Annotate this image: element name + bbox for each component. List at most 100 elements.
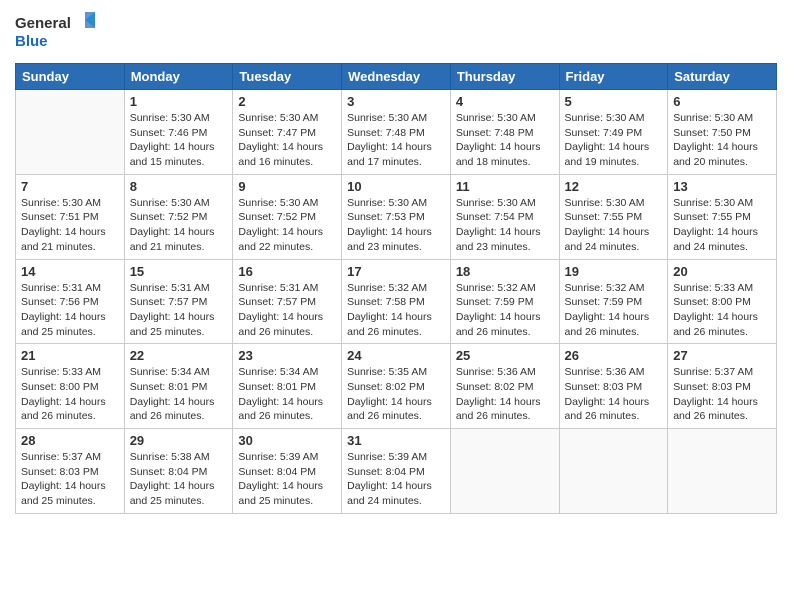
day-info: Sunrise: 5:38 AM Sunset: 8:04 PM Dayligh… (130, 450, 228, 509)
weekday-header-friday: Friday (559, 64, 668, 90)
day-info: Sunrise: 5:30 AM Sunset: 7:51 PM Dayligh… (21, 196, 119, 255)
day-info: Sunrise: 5:30 AM Sunset: 7:54 PM Dayligh… (456, 196, 554, 255)
day-number: 24 (347, 348, 445, 363)
day-info: Sunrise: 5:30 AM Sunset: 7:49 PM Dayligh… (565, 111, 663, 170)
day-number: 22 (130, 348, 228, 363)
weekday-header-tuesday: Tuesday (233, 64, 342, 90)
day-number: 31 (347, 433, 445, 448)
day-info: Sunrise: 5:36 AM Sunset: 8:03 PM Dayligh… (565, 365, 663, 424)
calendar-day-cell (559, 429, 668, 514)
calendar-day-cell: 30 Sunrise: 5:39 AM Sunset: 8:04 PM Dayli… (233, 429, 342, 514)
day-info: Sunrise: 5:31 AM Sunset: 7:56 PM Dayligh… (21, 281, 119, 340)
calendar-day-cell: 17 Sunrise: 5:32 AM Sunset: 7:58 PM Dayli… (342, 259, 451, 344)
day-info: Sunrise: 5:39 AM Sunset: 8:04 PM Dayligh… (347, 450, 445, 509)
day-number: 20 (673, 264, 771, 279)
calendar-day-cell: 12Sunrise: 5:30 AM Sunset: 7:55 PM Dayli… (559, 174, 668, 259)
day-info: Sunrise: 5:30 AM Sunset: 7:52 PM Dayligh… (238, 196, 336, 255)
day-number: 8 (130, 179, 228, 194)
day-info: Sunrise: 5:34 AM Sunset: 8:01 PM Dayligh… (238, 365, 336, 424)
calendar-table: SundayMondayTuesdayWednesdayThursdayFrid… (15, 63, 777, 514)
calendar-day-cell: 18 Sunrise: 5:32 AM Sunset: 7:59 PM Dayli… (450, 259, 559, 344)
calendar-week-row: 14 Sunrise: 5:31 AM Sunset: 7:56 PM Dayli… (16, 259, 777, 344)
day-info: Sunrise: 5:31 AM Sunset: 7:57 PM Dayligh… (130, 281, 228, 340)
day-number: 18 (456, 264, 554, 279)
weekday-header-wednesday: Wednesday (342, 64, 451, 90)
svg-text:General: General (15, 15, 71, 32)
day-number: 2 (238, 94, 336, 109)
calendar-day-cell: 1 Sunrise: 5:30 AM Sunset: 7:46 PM Daylig… (124, 90, 233, 175)
day-info: Sunrise: 5:30 AM Sunset: 7:48 PM Dayligh… (456, 111, 554, 170)
calendar-day-cell (450, 429, 559, 514)
day-number: 5 (565, 94, 663, 109)
calendar-container: General Blue SundayMondayTuesdayWednesda… (0, 0, 792, 612)
day-number: 29 (130, 433, 228, 448)
weekday-header-saturday: Saturday (668, 64, 777, 90)
calendar-day-cell: 10 Sunrise: 5:30 AM Sunset: 7:53 PM Dayli… (342, 174, 451, 259)
day-number: 10 (347, 179, 445, 194)
calendar-day-cell: 5 Sunrise: 5:30 AM Sunset: 7:49 PM Daylig… (559, 90, 668, 175)
day-info: Sunrise: 5:30 AM Sunset: 7:55 PM Dayligh… (565, 196, 663, 255)
calendar-day-cell: 13Sunrise: 5:30 AM Sunset: 7:55 PM Dayli… (668, 174, 777, 259)
weekday-header-thursday: Thursday (450, 64, 559, 90)
calendar-day-cell: 21Sunrise: 5:33 AM Sunset: 8:00 PM Dayli… (16, 344, 125, 429)
day-info: Sunrise: 5:30 AM Sunset: 7:50 PM Dayligh… (673, 111, 771, 170)
day-info: Sunrise: 5:33 AM Sunset: 8:00 PM Dayligh… (673, 281, 771, 340)
calendar-day-cell (668, 429, 777, 514)
day-info: Sunrise: 5:30 AM Sunset: 7:53 PM Dayligh… (347, 196, 445, 255)
day-info: Sunrise: 5:31 AM Sunset: 7:57 PM Dayligh… (238, 281, 336, 340)
day-info: Sunrise: 5:35 AM Sunset: 8:02 PM Dayligh… (347, 365, 445, 424)
calendar-day-cell: 3 Sunrise: 5:30 AM Sunset: 7:48 PM Daylig… (342, 90, 451, 175)
day-number: 17 (347, 264, 445, 279)
day-number: 1 (130, 94, 228, 109)
day-info: Sunrise: 5:32 AM Sunset: 7:59 PM Dayligh… (565, 281, 663, 340)
day-number: 7 (21, 179, 119, 194)
calendar-day-cell: 2Sunrise: 5:30 AM Sunset: 7:47 PM Daylig… (233, 90, 342, 175)
day-info: Sunrise: 5:37 AM Sunset: 8:03 PM Dayligh… (21, 450, 119, 509)
weekday-header-monday: Monday (124, 64, 233, 90)
day-number: 30 (238, 433, 336, 448)
day-number: 6 (673, 94, 771, 109)
calendar-day-cell: 26 Sunrise: 5:36 AM Sunset: 8:03 PM Dayli… (559, 344, 668, 429)
day-info: Sunrise: 5:36 AM Sunset: 8:02 PM Dayligh… (456, 365, 554, 424)
svg-text:Blue: Blue (15, 33, 48, 50)
header: General Blue (15, 10, 777, 55)
calendar-week-row: 7 Sunrise: 5:30 AM Sunset: 7:51 PM Daylig… (16, 174, 777, 259)
weekday-header-row: SundayMondayTuesdayWednesdayThursdayFrid… (16, 64, 777, 90)
day-info: Sunrise: 5:30 AM Sunset: 7:48 PM Dayligh… (347, 111, 445, 170)
calendar-week-row: 21Sunrise: 5:33 AM Sunset: 8:00 PM Dayli… (16, 344, 777, 429)
day-info: Sunrise: 5:39 AM Sunset: 8:04 PM Dayligh… (238, 450, 336, 509)
calendar-day-cell: 27 Sunrise: 5:37 AM Sunset: 8:03 PM Dayli… (668, 344, 777, 429)
logo-svg: General Blue (15, 10, 95, 55)
day-number: 19 (565, 264, 663, 279)
day-number: 26 (565, 348, 663, 363)
calendar-day-cell: 16 Sunrise: 5:31 AM Sunset: 7:57 PM Dayli… (233, 259, 342, 344)
day-number: 11 (456, 179, 554, 194)
calendar-day-cell: 9 Sunrise: 5:30 AM Sunset: 7:52 PM Daylig… (233, 174, 342, 259)
calendar-week-row: 28 Sunrise: 5:37 AM Sunset: 8:03 PM Dayli… (16, 429, 777, 514)
weekday-header-sunday: Sunday (16, 64, 125, 90)
calendar-day-cell: 11 Sunrise: 5:30 AM Sunset: 7:54 PM Dayli… (450, 174, 559, 259)
day-info: Sunrise: 5:32 AM Sunset: 7:59 PM Dayligh… (456, 281, 554, 340)
calendar-day-cell: 7 Sunrise: 5:30 AM Sunset: 7:51 PM Daylig… (16, 174, 125, 259)
calendar-week-row: 1 Sunrise: 5:30 AM Sunset: 7:46 PM Daylig… (16, 90, 777, 175)
day-info: Sunrise: 5:32 AM Sunset: 7:58 PM Dayligh… (347, 281, 445, 340)
day-number: 14 (21, 264, 119, 279)
day-number: 27 (673, 348, 771, 363)
day-info: Sunrise: 5:37 AM Sunset: 8:03 PM Dayligh… (673, 365, 771, 424)
calendar-day-cell: 29 Sunrise: 5:38 AM Sunset: 8:04 PM Dayli… (124, 429, 233, 514)
calendar-day-cell (16, 90, 125, 175)
calendar-day-cell: 8Sunrise: 5:30 AM Sunset: 7:52 PM Daylig… (124, 174, 233, 259)
day-number: 21 (21, 348, 119, 363)
calendar-day-cell: 15Sunrise: 5:31 AM Sunset: 7:57 PM Dayli… (124, 259, 233, 344)
day-number: 25 (456, 348, 554, 363)
calendar-day-cell: 24 Sunrise: 5:35 AM Sunset: 8:02 PM Dayli… (342, 344, 451, 429)
day-info: Sunrise: 5:30 AM Sunset: 7:55 PM Dayligh… (673, 196, 771, 255)
day-number: 28 (21, 433, 119, 448)
logo: General Blue (15, 10, 95, 55)
day-number: 3 (347, 94, 445, 109)
day-info: Sunrise: 5:30 AM Sunset: 7:46 PM Dayligh… (130, 111, 228, 170)
day-number: 9 (238, 179, 336, 194)
calendar-day-cell: 19 Sunrise: 5:32 AM Sunset: 7:59 PM Dayli… (559, 259, 668, 344)
day-number: 16 (238, 264, 336, 279)
calendar-day-cell: 31 Sunrise: 5:39 AM Sunset: 8:04 PM Dayli… (342, 429, 451, 514)
